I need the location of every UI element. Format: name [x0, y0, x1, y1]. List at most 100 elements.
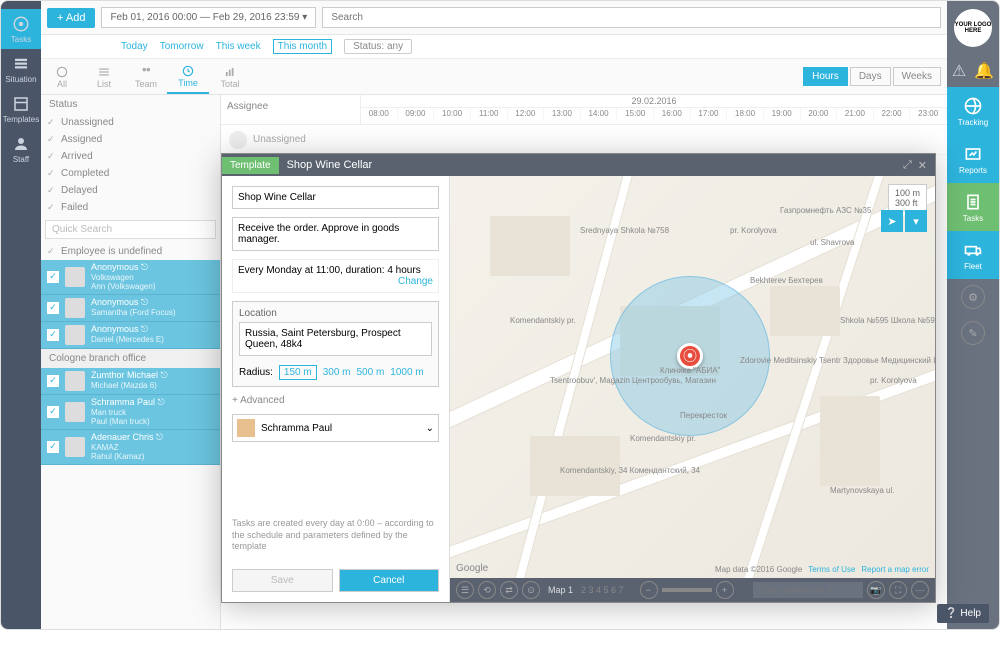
map-scale: 100 m300 ft [888, 184, 927, 212]
rn-fleet[interactable]: Fleet [947, 231, 999, 279]
employee-item[interactable]: Anonymous ⎋Daniel (Mercedes E) [41, 322, 220, 349]
layers-btn[interactable]: ▾ [905, 210, 927, 232]
status-filter[interactable]: Status: any [344, 39, 412, 54]
locate-btn[interactable]: ➤ [881, 210, 903, 232]
rn-settings[interactable]: ⚙ [961, 285, 985, 309]
employee-item[interactable]: Schramma Paul ⎋Man truckPaul (Man truck) [41, 395, 220, 430]
status-completed[interactable]: Completed [41, 165, 220, 182]
quick-search[interactable]: Quick Search [45, 220, 216, 239]
employee-item[interactable]: Zumthor Michael ⎋Michael (Mazda 6) [41, 368, 220, 395]
mt-cam[interactable]: 📷 [867, 581, 885, 599]
checkbox[interactable] [47, 406, 59, 418]
google-logo: Google [456, 563, 488, 574]
map-poi-label: Martynovskaya ul. [830, 486, 894, 495]
mt-pin[interactable]: ⊙ [522, 581, 540, 599]
map-poi-label: pr. Korolyova [870, 376, 917, 385]
bell-icon[interactable]: 🔔 [974, 61, 994, 81]
nav-templates[interactable]: Templates [1, 89, 41, 129]
address-input[interactable] [753, 582, 863, 598]
rn-reports[interactable]: Reports [947, 135, 999, 183]
status-failed[interactable]: Failed [41, 199, 220, 216]
rn-tasks[interactable]: Tasks [947, 183, 999, 231]
mt-more[interactable]: ⋯ [911, 581, 929, 599]
filter-this-month[interactable]: This month [273, 39, 332, 54]
hour-cell: 19:00 [764, 108, 801, 119]
radius-label: Radius: [239, 367, 273, 378]
tab-total[interactable]: Total [209, 59, 251, 94]
help-button[interactable]: ❔ Help [937, 604, 989, 623]
alert-icon[interactable]: ⚠ [952, 61, 966, 81]
hour-cell: 18:00 [727, 108, 764, 119]
mt-route[interactable]: ⟲ [478, 581, 496, 599]
template-name-input[interactable] [232, 186, 439, 209]
map-poi-label: Komendantskiy pr. [630, 434, 696, 443]
mt-share[interactable]: ⇄ [500, 581, 518, 599]
template-desc[interactable]: Receive the order. Approve in goods mana… [232, 217, 439, 251]
status-arrived[interactable]: Arrived [41, 148, 220, 165]
rn-edit[interactable]: ✎ [961, 321, 985, 345]
report-link[interactable]: Report a map error [861, 565, 929, 574]
rn-tracking[interactable]: Tracking [947, 87, 999, 135]
hour-cell: 15:00 [617, 108, 654, 119]
map-credit: Map data ©2016 GoogleTerms of UseReport … [715, 565, 929, 574]
map-tab-label: Map 1 [548, 585, 573, 595]
location-input[interactable]: Russia, Saint Petersburg, Prospect Queen… [239, 322, 432, 356]
employee-item[interactable]: Anonymous ⎋Samantha (Ford Focus) [41, 295, 220, 322]
filter-today[interactable]: Today [121, 41, 148, 52]
mt-layers[interactable]: ☰ [456, 581, 474, 599]
nav-staff[interactable]: Staff [1, 129, 41, 169]
zoom-days[interactable]: Days [850, 67, 891, 86]
map[interactable]: ⦿ Srednyaya Shkola №758Газпромнефть АЗС … [450, 176, 935, 602]
cancel-button[interactable]: Cancel [339, 569, 440, 592]
zoom-hours[interactable]: Hours [803, 67, 848, 86]
map-poi-label: Komendantskiy pr. [510, 316, 576, 325]
employee-item[interactable]: Adenauer Chris ⎋KAMAZRahul (Kamaz) [41, 430, 220, 465]
change-link[interactable]: Change [398, 276, 433, 287]
radius-150[interactable]: 150 m [279, 365, 317, 380]
search-input[interactable] [322, 7, 941, 28]
avatar [65, 402, 85, 422]
checkbox[interactable] [47, 271, 59, 283]
terms-link[interactable]: Terms of Use [808, 565, 855, 574]
add-button[interactable]: + Add [47, 8, 95, 28]
advanced-toggle[interactable]: + Advanced [232, 395, 439, 406]
checkbox[interactable] [47, 441, 59, 453]
employee-group[interactable]: Cologne branch office [41, 349, 220, 368]
nav-tasks[interactable]: Tasks [1, 9, 41, 49]
zoom-slider[interactable] [662, 588, 712, 592]
location-label: Location [239, 308, 432, 319]
employee-item[interactable]: Anonymous ⎋VolkswagenAnn (Volkswagen) [41, 260, 220, 295]
zoom-weeks[interactable]: Weeks [893, 67, 941, 86]
filter-tomorrow[interactable]: Tomorrow [160, 41, 204, 52]
radius-500[interactable]: 500 m [357, 367, 385, 378]
expand-icon[interactable]: ⤢ [903, 159, 912, 172]
status-delayed[interactable]: Delayed [41, 182, 220, 199]
zoom-out[interactable]: − [640, 581, 658, 599]
date-range[interactable]: Feb 01, 2016 00:00 — Feb 29, 2016 23:59 … [101, 7, 316, 28]
hour-cell: 13:00 [544, 108, 581, 119]
radius-300[interactable]: 300 m [323, 367, 351, 378]
location-box: Location Russia, Saint Petersburg, Prosp… [232, 301, 439, 387]
avatar [65, 325, 85, 345]
tab-all[interactable]: All [41, 59, 83, 94]
filter-this-week[interactable]: This week [216, 41, 261, 52]
mt-full[interactable]: ⛶ [889, 581, 907, 599]
status-assigned[interactable]: Assigned [41, 131, 220, 148]
map-poi-label: Bekhterev Бехтерев [750, 276, 823, 285]
assignee-select[interactable]: Schramma Paul ⌄ [232, 414, 439, 442]
zoom-in[interactable]: + [716, 581, 734, 599]
checkbox[interactable] [47, 302, 59, 314]
tab-list[interactable]: List [83, 59, 125, 94]
nav-situation[interactable]: Situation [1, 49, 41, 89]
tab-time[interactable]: Time [167, 59, 209, 94]
close-icon[interactable]: ✕ [918, 159, 927, 172]
employee-undefined[interactable]: Employee is undefined [41, 243, 220, 260]
checkbox[interactable] [47, 329, 59, 341]
save-button[interactable]: Save [232, 569, 333, 592]
modal-header: Template Shop Wine Cellar ⤢✕ [222, 154, 935, 176]
status-unassigned[interactable]: Unassigned [41, 114, 220, 131]
radius-1000[interactable]: 1000 m [390, 367, 423, 378]
checkbox[interactable] [47, 375, 59, 387]
map-tabs[interactable]: 2 3 4 5 6 7 [581, 585, 624, 595]
tab-team[interactable]: Team [125, 59, 167, 94]
